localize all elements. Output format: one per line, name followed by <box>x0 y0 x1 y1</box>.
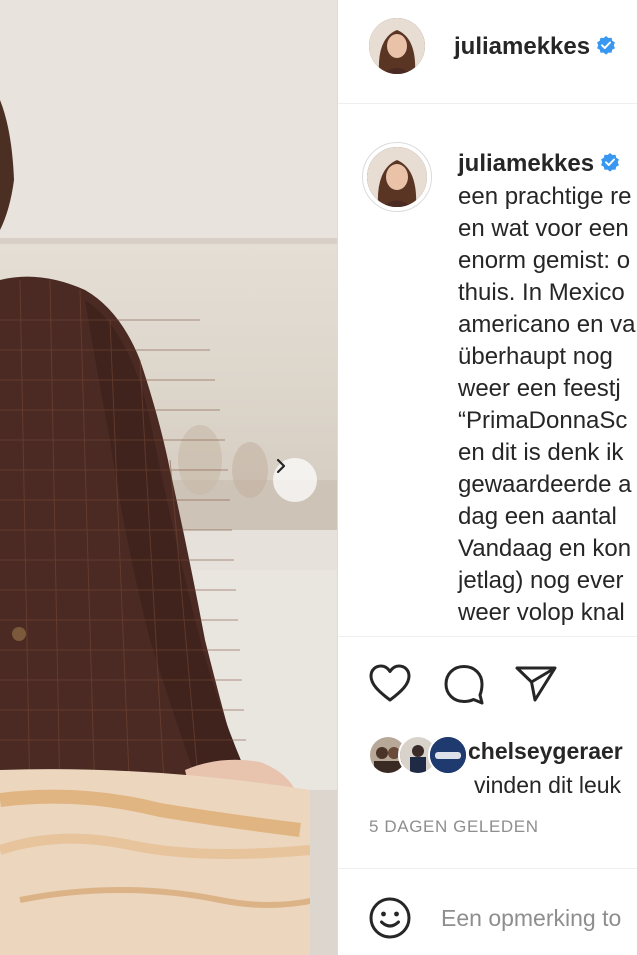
caption-line: weer volop knal <box>458 599 625 626</box>
post-side-panel: juliamekkes juliamekkes een prachtige re… <box>338 0 637 955</box>
caption-line: jetlag) nog ever <box>458 567 624 594</box>
caption-line: Vandaag en kon <box>458 535 632 562</box>
chevron-right-icon <box>276 458 286 474</box>
comment-divider <box>338 868 637 869</box>
smiley-icon <box>369 897 411 939</box>
next-photo-button[interactable] <box>273 458 317 502</box>
caption-line: een prachtige re <box>458 183 632 210</box>
likes-text: vinden dit leuk <box>474 772 622 798</box>
caption-line: en dit is denk ik <box>458 439 624 466</box>
caption-line: dag een aantal <box>458 503 617 530</box>
caption-line: “PrimaDonnaSc <box>458 407 628 434</box>
caption-line: thuis. In Mexico <box>458 279 625 306</box>
username-text[interactable]: juliamekkes <box>454 33 590 60</box>
caption-line: gewaardeerde a <box>458 471 632 498</box>
avatar[interactable] <box>369 18 425 74</box>
comment-button[interactable] <box>442 662 486 711</box>
caption-line: weer een feestj <box>458 375 621 402</box>
likes-username[interactable]: chelseygeraer <box>468 738 623 765</box>
post-author-username[interactable]: juliamekkes <box>454 33 616 62</box>
post-timestamp[interactable]: 5 DAGEN GELEDEN <box>369 817 539 837</box>
share-button[interactable] <box>514 662 558 711</box>
caption-area: juliamekkes een prachtige re en wat voor… <box>338 104 637 636</box>
emoji-button[interactable] <box>368 896 412 945</box>
caption-line: en wat voor een <box>458 215 629 242</box>
caption-username-text[interactable]: juliamekkes <box>458 150 594 177</box>
post-photo <box>0 0 337 955</box>
verified-badge-icon <box>600 151 620 179</box>
like-button[interactable] <box>368 662 412 711</box>
caption-username[interactable]: juliamekkes <box>458 150 620 179</box>
heart-icon <box>369 664 411 702</box>
comment-bubble-icon <box>444 665 484 705</box>
actions-divider <box>338 636 637 637</box>
caption-avatar[interactable] <box>367 147 427 207</box>
comment-input[interactable] <box>441 898 637 938</box>
post-header: juliamekkes <box>338 0 637 104</box>
paper-plane-icon <box>515 666 557 702</box>
caption-line: enorm gemist: o <box>458 247 631 274</box>
verified-badge-icon <box>596 34 616 62</box>
caption-line: überhaupt nog <box>458 343 613 370</box>
caption-line: americano en va <box>458 311 636 338</box>
avatar <box>428 735 468 775</box>
